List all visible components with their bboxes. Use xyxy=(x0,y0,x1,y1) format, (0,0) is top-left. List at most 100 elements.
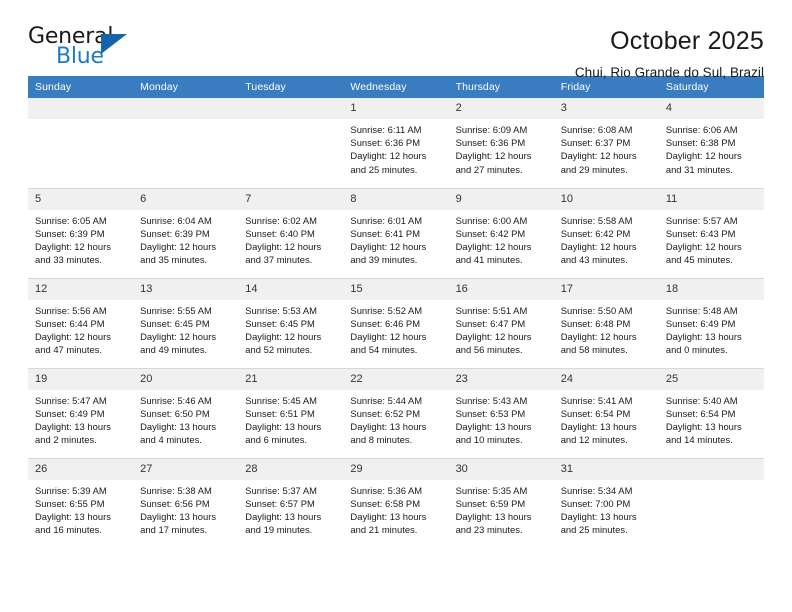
calendar-day-cell[interactable]: 3 Sunrise: 6:08 AM Sunset: 6:37 PM Daylight… xyxy=(553,98,659,188)
calendar-day-cell[interactable]: 10 Sunrise: 5:58 AM Sunset: 6:42 PM Dayligh… xyxy=(553,187,659,278)
daylight-duration-line2: and 58 minutes. xyxy=(560,344,628,356)
day-sun-info: Sunrise: 5:43 AM Sunset: 6:53 PM Daylight:… xyxy=(449,390,554,447)
sunrise-time: Sunrise: 5:44 AM xyxy=(350,394,423,406)
daylight-duration-line2: and 52 minutes. xyxy=(245,344,313,356)
calendar-day-cell[interactable]: 16 Sunrise: 5:51 AM Sunset: 6:47 PM Dayligh… xyxy=(448,277,554,368)
calendar-day-cell[interactable]: 31 Sunrise: 5:34 AM Sunset: 7:00 PM Dayligh… xyxy=(553,457,659,548)
weekday-header-wednesday: Wednesday xyxy=(343,76,449,98)
calendar-day-cell[interactable]: 26 Sunrise: 5:39 AM Sunset: 6:55 PM Dayligh… xyxy=(28,457,134,548)
daylight-duration-line2: and 56 minutes. xyxy=(455,344,523,356)
sunrise-time: Sunrise: 6:09 AM xyxy=(455,124,528,135)
sunset-time: Sunset: 6:51 PM xyxy=(245,407,315,419)
sunset-time: Sunset: 6:52 PM xyxy=(350,407,421,419)
calendar-day-cell[interactable]: 17 Sunrise: 5:50 AM Sunset: 6:48 PM Dayligh… xyxy=(553,277,659,368)
sunrise-time: Sunrise: 5:43 AM xyxy=(455,394,528,406)
sunrise-time: Sunrise: 5:51 AM xyxy=(455,304,528,316)
daylight-duration-line1: Daylight: 12 hours xyxy=(350,330,427,342)
day-sun-info: Sunrise: 5:46 AM Sunset: 6:50 PM Daylight:… xyxy=(133,390,238,447)
calendar-day-cell[interactable]: 1 Sunrise: 6:11 AM Sunset: 6:36 PM Daylight… xyxy=(343,98,449,188)
sunset-time: Sunset: 6:44 PM xyxy=(35,317,105,329)
day-sun-info: Sunrise: 6:05 AM Sunset: 6:39 PM Daylight:… xyxy=(28,210,133,267)
day-number xyxy=(238,98,344,119)
calendar-day-cell-empty xyxy=(28,98,134,188)
day-number xyxy=(133,98,239,119)
daylight-duration-line1: Daylight: 12 hours xyxy=(35,240,111,252)
daylight-duration-line1: Daylight: 12 hours xyxy=(140,240,217,252)
calendar-day-cell[interactable]: 13 Sunrise: 5:55 AM Sunset: 6:45 PM Dayligh… xyxy=(133,277,239,368)
sunset-time: Sunset: 7:00 PM xyxy=(560,497,631,509)
calendar-day-cell[interactable]: 24 Sunrise: 5:41 AM Sunset: 6:54 PM Dayligh… xyxy=(553,367,659,458)
day-sun-info: Sunrise: 5:58 AM Sunset: 6:42 PM Daylight:… xyxy=(554,210,659,267)
sunrise-time: Sunrise: 5:45 AM xyxy=(245,394,317,406)
calendar-day-cell[interactable]: 20 Sunrise: 5:46 AM Sunset: 6:50 PM Dayligh… xyxy=(133,367,239,458)
calendar-day-cell[interactable]: 5 Sunrise: 6:05 AM Sunset: 6:39 PM Daylight… xyxy=(28,187,134,278)
day-number: 8 xyxy=(343,188,449,210)
daylight-duration-line1: Daylight: 12 hours xyxy=(350,240,427,252)
sunset-time: Sunset: 6:48 PM xyxy=(560,317,631,329)
daylight-duration-line2: and 8 minutes. xyxy=(350,434,413,446)
calendar-day-cell[interactable]: 29 Sunrise: 5:36 AM Sunset: 6:58 PM Dayligh… xyxy=(343,457,449,548)
calendar-day-cell[interactable]: 21 Sunrise: 5:45 AM Sunset: 6:51 PM Dayligh… xyxy=(238,367,344,458)
daylight-duration-line1: Daylight: 12 hours xyxy=(665,150,742,162)
sunrise-time: Sunrise: 5:40 AM xyxy=(665,394,738,406)
day-sun-info: Sunrise: 6:08 AM Sunset: 6:37 PM Daylight:… xyxy=(554,119,659,176)
weekday-header-thursday: Thursday xyxy=(448,76,554,98)
calendar-day-cell[interactable]: 9 Sunrise: 6:00 AM Sunset: 6:42 PM Daylight… xyxy=(448,187,554,278)
calendar-day-cell[interactable]: 15 Sunrise: 5:52 AM Sunset: 6:46 PM Dayligh… xyxy=(343,277,449,368)
daylight-duration-line2: and 35 minutes. xyxy=(140,254,208,266)
daylight-duration-line2: and 54 minutes. xyxy=(350,344,418,356)
sunrise-time: Sunrise: 6:04 AM xyxy=(140,214,212,226)
day-sun-info: Sunrise: 5:34 AM Sunset: 7:00 PM Daylight:… xyxy=(554,480,659,537)
calendar-day-cell[interactable]: 30 Sunrise: 5:35 AM Sunset: 6:59 PM Dayligh… xyxy=(448,457,554,548)
calendar-day-cell[interactable]: 11 Sunrise: 5:57 AM Sunset: 6:43 PM Dayligh… xyxy=(658,187,764,278)
calendar-table: Sunday Monday Tuesday Wednesday Thursday Frid… xyxy=(28,76,764,548)
daylight-duration-line2: and 29 minutes. xyxy=(560,163,628,175)
day-sun-info: Sunrise: 6:01 AM Sunset: 6:41 PM Daylight:… xyxy=(343,210,448,267)
calendar-day-cell[interactable]: 27 Sunrise: 5:38 AM Sunset: 6:56 PM Dayligh… xyxy=(133,457,239,548)
sunset-time: Sunset: 6:54 PM xyxy=(665,407,736,419)
sunrise-time: Sunrise: 6:11 AM xyxy=(350,124,422,135)
calendar-day-cell[interactable]: 25 Sunrise: 5:40 AM Sunset: 6:54 PM Dayligh… xyxy=(658,367,764,458)
sunset-time: Sunset: 6:59 PM xyxy=(455,497,526,509)
sunrise-time: Sunrise: 5:52 AM xyxy=(350,304,423,316)
day-sun-info: Sunrise: 5:56 AM Sunset: 6:44 PM Daylight:… xyxy=(28,300,133,357)
sunset-time: Sunset: 6:58 PM xyxy=(350,497,421,509)
daylight-duration-line1: Daylight: 12 hours xyxy=(560,240,637,252)
calendar-day-cell[interactable]: 7 Sunrise: 6:02 AM Sunset: 6:40 PM Daylight… xyxy=(238,187,344,278)
day-number: 3 xyxy=(553,98,659,119)
sunrise-time: Sunrise: 5:41 AM xyxy=(560,394,633,406)
sunset-time: Sunset: 6:55 PM xyxy=(35,497,105,509)
general-blue-logo[interactable]: General Blue xyxy=(28,26,132,72)
title-block: October 2025 Chui, Rio Grande do Sul, Br… xyxy=(574,26,764,80)
calendar-day-cell[interactable]: 4 Sunrise: 6:06 AM Sunset: 6:38 PM Daylight… xyxy=(658,98,764,188)
calendar-day-cell[interactable]: 12 Sunrise: 5:56 AM Sunset: 6:44 PM Dayligh… xyxy=(28,277,134,368)
daylight-duration-line1: Daylight: 12 hours xyxy=(350,150,427,162)
sunset-time: Sunset: 6:40 PM xyxy=(245,227,315,239)
daylight-duration-line2: and 16 minutes. xyxy=(35,524,103,536)
day-number: 23 xyxy=(448,368,554,390)
calendar-day-cell[interactable]: 18 Sunrise: 5:48 AM Sunset: 6:49 PM Dayligh… xyxy=(658,277,764,368)
day-number: 29 xyxy=(343,458,449,480)
day-number: 20 xyxy=(133,368,239,390)
sunrise-time: Sunrise: 5:39 AM xyxy=(35,484,107,496)
sunset-time: Sunset: 6:42 PM xyxy=(560,227,631,239)
calendar-day-cell[interactable]: 8 Sunrise: 6:01 AM Sunset: 6:41 PM Daylight… xyxy=(343,187,449,278)
calendar-day-cell[interactable]: 2 Sunrise: 6:09 AM Sunset: 6:36 PM Daylight… xyxy=(448,98,554,188)
calendar-day-cell[interactable]: 23 Sunrise: 5:43 AM Sunset: 6:53 PM Dayligh… xyxy=(448,367,554,458)
location-subtitle: Chui, Rio Grande do Sul, Brazil xyxy=(574,64,764,80)
sunset-time: Sunset: 6:38 PM xyxy=(665,137,736,149)
day-number: 26 xyxy=(28,458,134,480)
day-number: 18 xyxy=(658,278,764,300)
sunset-time: Sunset: 6:42 PM xyxy=(455,227,526,239)
calendar-day-cell[interactable]: 28 Sunrise: 5:37 AM Sunset: 6:57 PM Dayligh… xyxy=(238,457,344,548)
sunset-time: Sunset: 6:39 PM xyxy=(35,227,105,239)
daylight-duration-line1: Daylight: 12 hours xyxy=(455,150,532,162)
daylight-duration-line2: and 23 minutes. xyxy=(455,524,523,536)
daylight-duration-line1: Daylight: 12 hours xyxy=(35,330,111,342)
daylight-duration-line1: Daylight: 12 hours xyxy=(455,330,532,342)
calendar-day-cell[interactable]: 19 Sunrise: 5:47 AM Sunset: 6:49 PM Dayligh… xyxy=(28,367,134,458)
daylight-duration-line2: and 49 minutes. xyxy=(140,344,208,356)
calendar-day-cell[interactable]: 6 Sunrise: 6:04 AM Sunset: 6:39 PM Daylight… xyxy=(133,187,239,278)
calendar-day-cell[interactable]: 14 Sunrise: 5:53 AM Sunset: 6:45 PM Dayligh… xyxy=(238,277,344,368)
calendar-day-cell[interactable]: 22 Sunrise: 5:44 AM Sunset: 6:52 PM Dayligh… xyxy=(343,367,449,458)
